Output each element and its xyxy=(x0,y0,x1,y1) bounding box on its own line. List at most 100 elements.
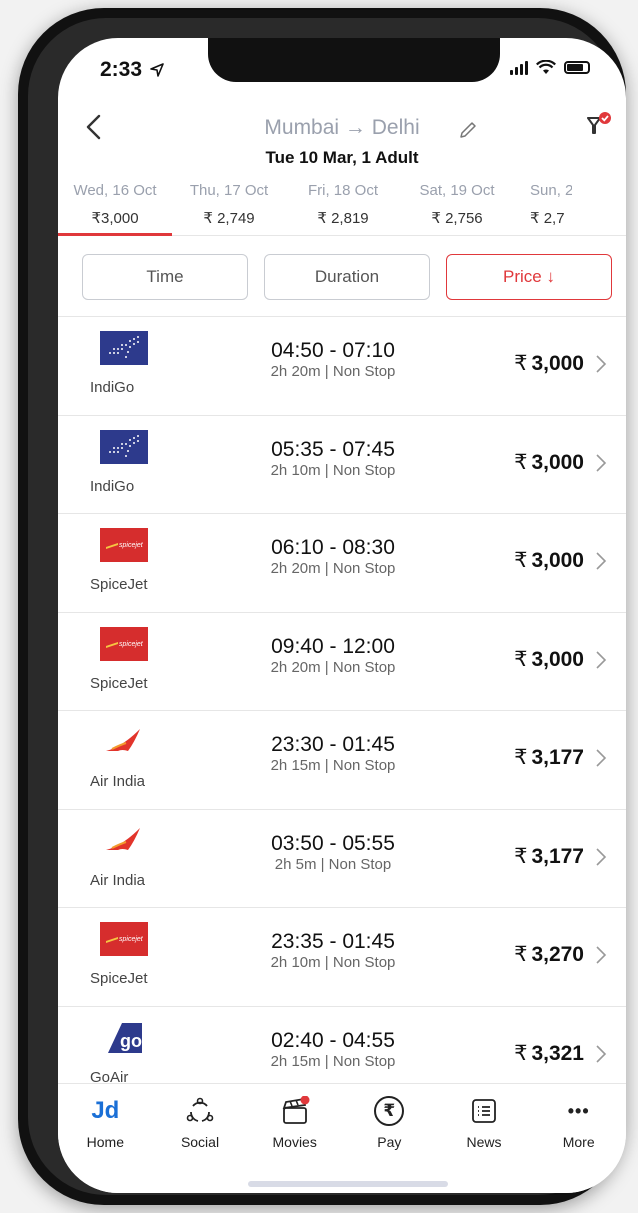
goair-logo-text: go xyxy=(120,1031,142,1051)
home-indicator xyxy=(248,1181,448,1187)
flight-price: ₹3,000 xyxy=(514,351,584,376)
chevron-right-icon xyxy=(596,453,607,472)
flight-price: ₹3,321 xyxy=(514,1041,584,1066)
flight-times: 23:30 - 01:45 xyxy=(271,733,395,756)
chevron-right-icon xyxy=(596,749,607,767)
date-tab[interactable]: Fri, 18 Oct ₹ 2,819 xyxy=(286,180,400,235)
flight-duration-stops: 2h 5m | Non Stop xyxy=(274,855,392,873)
airline-name: SpiceJet xyxy=(90,674,148,692)
flight-row[interactable]: spicejet SpiceJet 09:40 - 12:00 2h 20m |… xyxy=(58,611,626,711)
flight-row[interactable]: spicejet SpiceJet 23:35 - 01:45 2h 10m |… xyxy=(58,907,626,1006)
flight-price: ₹3,000 xyxy=(514,548,584,573)
jd-logo-text: Jd xyxy=(91,1097,120,1124)
indigo-logo-icon xyxy=(100,331,148,365)
filter-icon[interactable] xyxy=(584,110,614,140)
date-label: Thu, 17 Oct xyxy=(189,182,269,199)
currency-symbol: ₹ xyxy=(514,352,528,375)
wifi-icon xyxy=(536,60,556,74)
date-tab[interactable]: Thu, 17 Oct ₹ 2,749 xyxy=(172,180,286,235)
cellular-signal-icon xyxy=(510,60,528,75)
pencil-edit-icon[interactable] xyxy=(458,120,478,140)
flight-row[interactable]: IndiGo 05:35 - 07:45 2h 10m | Non Stop ₹… xyxy=(58,414,626,514)
nav-label: Home xyxy=(86,1134,125,1150)
jd-logo-icon: Jd xyxy=(90,1096,120,1126)
spicejet-logo-text: spicejet xyxy=(119,641,144,648)
price-value: 3,000 xyxy=(531,450,584,474)
currency-symbol: ₹ xyxy=(514,844,528,868)
date-selector-strip: Wed, 16 Oct ₹3,000 Thu, 17 Oct ₹ 2,749 F… xyxy=(58,180,626,236)
price-value: 3,000 xyxy=(531,647,584,671)
price-value: 3,000 xyxy=(531,352,584,375)
flight-price: ₹3,000 xyxy=(514,450,584,475)
air-india-logo-icon xyxy=(106,827,140,850)
nav-item-social[interactable]: Social xyxy=(153,1084,248,1193)
date-tab[interactable]: Wed, 16 Oct ₹3,000 xyxy=(58,180,172,236)
flight-duration-stops: 2h 20m | Non Stop xyxy=(270,560,396,577)
rupee-icon: ₹ xyxy=(374,1096,405,1126)
flight-times: 23:35 - 01:45 xyxy=(271,930,395,953)
indigo-logo-icon xyxy=(100,429,148,464)
nav-item-home[interactable]: Jd Home xyxy=(58,1084,153,1193)
price-value: 3,321 xyxy=(531,1041,584,1065)
nav-item-more[interactable]: ••• More xyxy=(531,1084,626,1193)
nav-item-pay[interactable]: ₹ Pay xyxy=(342,1084,437,1193)
spicejet-logo-icon: spicejet xyxy=(100,626,148,661)
date-tab[interactable]: Sun, 2 ₹ 2,7 xyxy=(514,180,572,235)
flight-times: 02:40 - 04:55 xyxy=(271,1028,395,1052)
flight-row[interactable]: IndiGo 04:50 - 07:10 2h 20m | Non Stop ₹… xyxy=(58,316,626,415)
currency-symbol: ₹ xyxy=(514,746,528,769)
status-time: 2:33 xyxy=(100,58,164,82)
social-icon xyxy=(186,1097,214,1122)
nav-item-movies[interactable]: Movies xyxy=(247,1084,342,1193)
airline-name: IndiGo xyxy=(90,379,135,396)
price-value: 3,000 xyxy=(531,549,584,572)
date-price: ₹ 2,749 xyxy=(203,210,255,227)
chevron-right-icon xyxy=(596,1044,607,1063)
airline-name: IndiGo xyxy=(90,477,135,495)
spicejet-logo-icon: spicejet xyxy=(100,922,148,956)
chevron-right-icon xyxy=(596,552,607,570)
notch xyxy=(208,38,500,82)
date-tab[interactable]: Sat, 19 Oct ₹ 2,756 xyxy=(400,180,514,235)
flight-price: ₹3,000 xyxy=(514,647,584,672)
phone-frame: 2:33 Mumbai → Delhi Tue 10 Mar, 1 Adult … xyxy=(18,8,626,1205)
flight-row[interactable]: Air India 23:30 - 01:45 2h 15m | Non Sto… xyxy=(58,710,626,809)
flight-row[interactable]: spicejet SpiceJet 06:10 - 08:30 2h 20m |… xyxy=(58,513,626,612)
spicejet-logo-text: spicejet xyxy=(119,936,144,943)
date-price: ₹ 2,7 xyxy=(530,210,565,227)
air-india-logo-icon xyxy=(106,729,140,751)
flight-duration-stops: 2h 10m | Non Stop xyxy=(270,954,396,971)
currency-symbol: ₹ xyxy=(514,549,528,572)
news-list-icon xyxy=(472,1099,496,1123)
date-label: Sat, 19 Oct xyxy=(419,182,495,199)
goair-logo-icon: go xyxy=(108,1022,142,1053)
airline-name: Air India xyxy=(90,871,146,889)
route-title: Mumbai → Delhi xyxy=(264,116,420,139)
price-value: 3,177 xyxy=(531,746,584,769)
flight-duration-stops: 2h 20m | Non Stop xyxy=(270,658,396,676)
trip-subtitle: Tue 10 Mar, 1 Adult xyxy=(265,148,419,167)
sort-duration-button[interactable]: Duration xyxy=(264,254,430,300)
currency-symbol: ₹ xyxy=(514,647,528,671)
flight-results-list: IndiGo 04:50 - 07:10 2h 20m | Non Stop ₹… xyxy=(58,316,626,1104)
date-label: Fri, 18 Oct xyxy=(307,182,378,199)
sort-time-button[interactable]: Time xyxy=(82,254,248,300)
flight-row[interactable]: Air India 03:50 - 05:55 2h 5m | Non Stop… xyxy=(58,808,626,908)
chevron-right-icon xyxy=(596,946,607,964)
chevron-right-icon xyxy=(596,355,607,373)
nav-label: Pay xyxy=(377,1134,402,1150)
more-dots-icon: ••• xyxy=(567,1101,590,1121)
status-icons xyxy=(510,60,590,75)
flight-times: 06:10 - 08:30 xyxy=(271,536,395,559)
flight-times: 09:40 - 12:00 xyxy=(271,634,395,658)
nav-item-news[interactable]: News xyxy=(437,1084,532,1193)
date-label: Wed, 16 Oct xyxy=(73,182,157,199)
flight-times: 03:50 - 05:55 xyxy=(271,831,395,855)
flight-duration-stops: 2h 15m | Non Stop xyxy=(270,1052,396,1070)
nav-label: Social xyxy=(180,1134,220,1150)
flight-duration-stops: 2h 15m | Non Stop xyxy=(270,757,396,774)
sort-price-button[interactable]: Price ↓ xyxy=(446,254,612,300)
clapperboard-icon xyxy=(282,1096,310,1124)
airline-name: SpiceJet xyxy=(90,970,148,987)
date-label: Sun, 2 xyxy=(530,182,572,199)
